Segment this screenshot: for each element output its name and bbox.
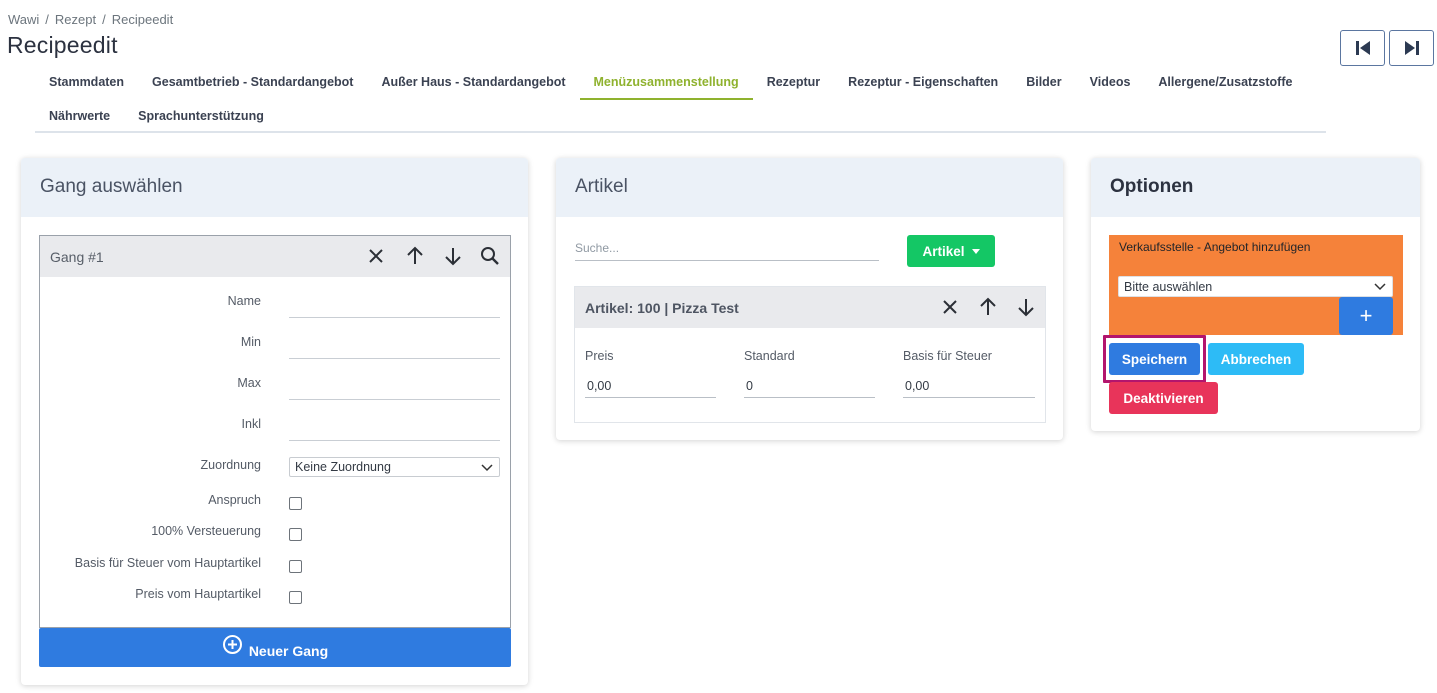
basis-hauptartikel-label: Basis für Steuer vom Hauptartikel (74, 556, 261, 570)
chevron-down-icon (481, 464, 493, 472)
zuordnung-select[interactable]: Keine Zuordnung (289, 457, 500, 477)
artikel-dropdown-button[interactable]: Artikel (907, 235, 995, 267)
arrow-down-icon[interactable] (1015, 296, 1037, 318)
artikel-item-panel: Artikel: 100 | Pizza Test Preis 0,00 Sta… (574, 286, 1046, 423)
artikel-card: Artikel Suche... Artikel Artikel: 100 | … (556, 158, 1063, 440)
close-icon[interactable] (939, 296, 961, 318)
tab-sprachunterstuetzung[interactable]: Sprachunterstützung (124, 100, 278, 132)
tab-bilder[interactable]: Bilder (1012, 66, 1075, 100)
artikel-item-title: Artikel: 100 | Pizza Test (585, 299, 739, 316)
gang-header: Gang #1 (40, 236, 510, 277)
chevron-down-icon (1374, 283, 1386, 291)
max-input[interactable] (289, 399, 500, 400)
versteuerung-checkbox[interactable] (289, 528, 302, 541)
verkaufsstelle-label: Verkaufsstelle - Angebot hinzufügen (1119, 240, 1311, 254)
arrow-down-icon[interactable] (442, 245, 464, 267)
zuordnung-label: Zuordnung (200, 458, 261, 472)
tab-ausser-haus-standardangebot[interactable]: Außer Haus - Standardangebot (367, 66, 579, 100)
inkl-label: Inkl (241, 417, 261, 431)
add-verkaufsstelle-button[interactable]: + (1339, 297, 1393, 335)
optionen-card: Optionen Verkaufsstelle - Angebot hinzuf… (1091, 158, 1420, 431)
close-icon[interactable] (365, 245, 387, 267)
anspruch-label: Anspruch (208, 493, 261, 507)
standard-label: Standard (744, 349, 795, 363)
artikel-card-title: Artikel (556, 158, 1063, 217)
artikel-search-input[interactable]: Suche... (575, 241, 879, 261)
verkaufsstelle-select-value: Bitte auswählen (1124, 279, 1213, 294)
basis-steuer-input[interactable]: 0,00 (903, 379, 1035, 398)
min-label: Min (240, 335, 261, 349)
arrow-up-icon[interactable] (404, 245, 426, 267)
versteuerung-label: 100% Versteuerung (151, 524, 261, 538)
verkaufsstelle-panel: Verkaufsstelle - Angebot hinzufügen Bitt… (1109, 235, 1403, 335)
gang-panel: Gang #1 Name Min Max Inkl Zuordnung Kein… (39, 235, 511, 628)
breadcrumb-item-recipeedit: Recipeedit (111, 12, 174, 27)
standard-input[interactable]: 0 (744, 379, 875, 398)
new-gang-button[interactable]: Neuer Gang (39, 628, 511, 667)
artikel-button-label: Artikel (922, 243, 965, 259)
new-gang-label: Neuer Gang (248, 643, 329, 659)
breadcrumb: Wawi / Rezept / Recipeedit (8, 12, 173, 27)
name-label: Name (227, 294, 261, 308)
gang-card: Gang auswählen Gang #1 Name Min Max Inkl… (21, 158, 528, 685)
caret-down-icon (971, 248, 980, 254)
gang-header-title: Gang #1 (50, 248, 104, 265)
breadcrumb-item-wawi[interactable]: Wawi (8, 12, 39, 27)
tabs-divider (35, 131, 1326, 133)
preis-input[interactable]: 0,00 (585, 379, 716, 398)
tab-stammdaten[interactable]: Stammdaten (35, 66, 138, 100)
preis-label: Preis (585, 349, 614, 363)
save-button[interactable]: Speichern (1109, 343, 1200, 375)
tab-videos[interactable]: Videos (1076, 66, 1145, 100)
arrow-up-icon[interactable] (977, 296, 999, 318)
breadcrumb-separator: / (45, 12, 49, 27)
preis-hauptartikel-label: Preis vom Hauptartikel (135, 587, 261, 601)
skip-back-icon (1355, 41, 1370, 55)
gang-card-title: Gang auswählen (21, 158, 528, 217)
basis-hauptartikel-checkbox[interactable] (289, 560, 302, 573)
max-label: Max (237, 376, 261, 390)
inkl-input[interactable] (289, 440, 500, 441)
skip-forward-icon (1404, 41, 1419, 55)
breadcrumb-item-rezept[interactable]: Rezept (55, 12, 96, 27)
anspruch-checkbox[interactable] (289, 497, 302, 510)
tab-rezeptur-eigenschaften[interactable]: Rezeptur - Eigenschaften (834, 66, 1012, 100)
tab-bar-row-2: Nährwerte Sprachunterstützung (35, 100, 278, 132)
basis-steuer-label: Basis für Steuer (903, 349, 992, 363)
name-input[interactable] (289, 317, 500, 318)
plus-circle-icon (222, 635, 242, 654)
next-record-button[interactable] (1389, 30, 1434, 66)
tab-bar: Stammdaten Gesamtbetrieb - Standardangeb… (35, 66, 1306, 100)
tab-menuezusammenstellung[interactable]: Menüzusammenstellung (579, 66, 753, 100)
min-input[interactable] (289, 358, 500, 359)
page-title: Recipeedit (7, 32, 118, 58)
zuordnung-select-value: Keine Zuordnung (295, 460, 391, 474)
deactivate-button[interactable]: Deaktivieren (1109, 382, 1218, 414)
breadcrumb-separator: / (102, 12, 106, 27)
tab-allergene-zusatzstoffe[interactable]: Allergene/Zusatzstoffe (1144, 66, 1306, 100)
search-icon[interactable] (479, 245, 501, 267)
optionen-card-title: Optionen (1091, 158, 1420, 217)
previous-record-button[interactable] (1340, 30, 1385, 66)
preis-hauptartikel-checkbox[interactable] (289, 591, 302, 604)
tab-naehrwerte[interactable]: Nährwerte (35, 100, 124, 132)
verkaufsstelle-select[interactable]: Bitte auswählen (1118, 276, 1393, 297)
tab-rezeptur[interactable]: Rezeptur (753, 66, 834, 100)
cancel-button[interactable]: Abbrechen (1208, 343, 1304, 375)
tab-gesamtbetrieb-standardangebot[interactable]: Gesamtbetrieb - Standardangebot (138, 66, 367, 100)
artikel-item-header: Artikel: 100 | Pizza Test (575, 287, 1045, 328)
